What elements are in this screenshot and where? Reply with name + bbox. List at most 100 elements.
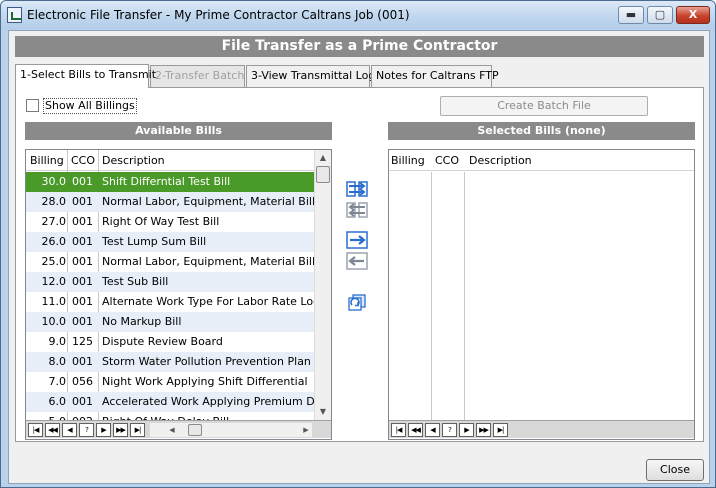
available-record-navigator: |◀ ◀◀ ◀ ? ▶ ▶▶ ▶| ◀ ▶: [26, 420, 331, 438]
client-area: File Transfer as a Prime Contractor 1-Se…: [8, 30, 710, 484]
nav-next-button[interactable]: ▶: [96, 423, 111, 437]
nav-next-button[interactable]: ▶: [459, 423, 474, 437]
billing-cell: 9.0: [48, 335, 67, 348]
minimize-button[interactable]: ▬: [618, 6, 644, 24]
table-row[interactable]: 6.0 001 Accelerated Work Applying Premium …: [26, 392, 316, 412]
column-header-cco[interactable]: CCO: [435, 154, 459, 167]
description-cell: Night Work Applying Shift Differential: [102, 375, 308, 388]
nav-prev-button[interactable]: ◀: [425, 423, 440, 437]
nav-help-button[interactable]: ?: [79, 423, 94, 437]
nav-last-button[interactable]: ▶|: [493, 423, 508, 437]
column-header-billing[interactable]: Billing: [30, 154, 64, 167]
tab-notes-caltrans-ftp[interactable]: Notes for Caltrans FTP: [371, 65, 499, 87]
table-row[interactable]: 8.0 001 Storm Water Pollution Prevention P…: [26, 352, 315, 372]
tab-select-bills[interactable]: 1-Select Bills to Transmit: [15, 64, 156, 88]
move-left-icon[interactable]: [346, 252, 368, 270]
billing-cell: 11.0: [41, 295, 67, 308]
window-title: Electronic File Transfer - My Prime Cont…: [27, 8, 410, 22]
nav-first-button[interactable]: |◀: [28, 423, 43, 437]
select-bills-panel: Show All Billings Create Batch File Avai…: [15, 87, 704, 442]
scroll-left-arrow-icon[interactable]: ◀: [166, 423, 178, 437]
description-cell: Dispute Review Board: [102, 335, 223, 348]
close-window-button[interactable]: X: [676, 6, 710, 24]
move-all-right-icon[interactable]: [346, 180, 368, 198]
nav-help-button[interactable]: ?: [442, 423, 457, 437]
table-row[interactable]: 27.0 001 Right Of Way Test Bill: [26, 212, 315, 232]
column-divider: [464, 172, 465, 420]
column-header-billing[interactable]: Billing: [391, 154, 425, 167]
table-row[interactable]: 28.0 001 Normal Labor, Equipment, Material…: [26, 192, 315, 212]
move-right-icon[interactable]: [346, 231, 368, 249]
billing-cell: 12.0: [41, 275, 67, 288]
column-header-description[interactable]: Description: [469, 154, 532, 167]
table-row[interactable]: 30.0 001 Shift Differntial Test Bill: [26, 172, 315, 192]
nav-prev-page-button[interactable]: ◀◀: [408, 423, 423, 437]
cco-cell: 056: [72, 375, 93, 388]
description-cell: Test Sub Bill: [102, 275, 169, 288]
horizontal-scroll-thumb[interactable]: [188, 424, 202, 436]
description-cell: Normal Labor, Equipment, Material Bill: [102, 195, 315, 208]
table-row[interactable]: 11.0 001 Alternate Work Type For Labor Rat…: [26, 292, 317, 312]
tab-transfer-batch[interactable]: 2-Transfer Batch: [150, 65, 245, 87]
title-bar[interactable]: Electronic File Transfer - My Prime Cont…: [1, 1, 715, 29]
app-icon: [7, 7, 22, 23]
available-horizontal-scrollbar[interactable]: ◀ ▶: [150, 423, 312, 437]
nav-first-button[interactable]: |◀: [391, 423, 406, 437]
table-row[interactable]: 7.0 056 Night Work Applying Shift Differen…: [26, 372, 315, 392]
cco-cell: 125: [72, 335, 93, 348]
cco-cell: 001: [72, 275, 93, 288]
description-cell: No Markup Bill: [102, 315, 182, 328]
description-cell: Shift Differntial Test Bill: [102, 175, 231, 188]
billing-cell: 10.0: [41, 315, 67, 328]
table-row[interactable]: 25.0 001 Normal Labor, Equipment, Material…: [26, 252, 316, 272]
app-window: Electronic File Transfer - My Prime Cont…: [0, 0, 716, 488]
table-row[interactable]: 26.0 001 Test Lump Sum Bill: [26, 232, 315, 252]
nav-next-page-button[interactable]: ▶▶: [113, 423, 128, 437]
description-cell: Accelerated Work Applying Premium Diffe: [102, 395, 316, 408]
nav-prev-page-button[interactable]: ◀◀: [45, 423, 60, 437]
billing-cell: 26.0: [41, 235, 67, 248]
create-batch-file-button[interactable]: Create Batch File: [440, 96, 648, 116]
billing-cell: 6.0: [48, 395, 67, 408]
scroll-up-arrow-icon[interactable]: ▲: [315, 150, 331, 166]
description-cell: Test Lump Sum Bill: [102, 235, 207, 248]
move-all-left-icon[interactable]: [346, 201, 368, 219]
show-all-billings-label[interactable]: Show All Billings: [43, 98, 137, 114]
scroll-thumb[interactable]: [316, 166, 330, 183]
selected-record-navigator: |◀ ◀◀ ◀ ? ▶ ▶▶ ▶|: [389, 420, 694, 438]
show-all-billings-checkbox[interactable]: [26, 99, 39, 112]
cco-cell: 001: [72, 395, 93, 408]
nav-last-button[interactable]: ▶|: [130, 423, 145, 437]
table-row[interactable]: 10.0 001 No Markup Bill: [26, 312, 315, 332]
billing-cell: 28.0: [41, 195, 67, 208]
scroll-right-arrow-icon[interactable]: ▶: [300, 423, 312, 437]
scroll-down-arrow-icon[interactable]: ▼: [315, 404, 331, 420]
close-button[interactable]: Close: [646, 459, 704, 481]
cco-cell: 001: [72, 315, 93, 328]
maximize-button[interactable]: ▢: [647, 6, 673, 24]
nav-next-page-button[interactable]: ▶▶: [476, 423, 491, 437]
selected-column-headers: Billing CCO Description: [389, 150, 694, 171]
refresh-copy-icon[interactable]: [346, 293, 368, 311]
table-row[interactable]: 9.0 125 Dispute Review Board: [26, 332, 315, 352]
cco-cell: 001: [72, 215, 93, 228]
selected-bills-header: Selected Bills (none): [388, 122, 695, 140]
billing-cell: 7.0: [48, 375, 67, 388]
available-bills-header: Available Bills: [25, 122, 332, 140]
column-header-description[interactable]: Description: [102, 154, 165, 167]
cco-cell: 001: [72, 355, 93, 368]
tab-view-transmittal-log[interactable]: 3-View Transmittal Log: [246, 65, 375, 87]
available-vertical-scrollbar[interactable]: ▲ ▼: [314, 150, 331, 420]
description-cell: Normal Labor, Equipment, Material Bill: [102, 255, 315, 268]
billing-cell: 27.0: [41, 215, 67, 228]
cco-cell: 001: [72, 195, 93, 208]
table-row[interactable]: 12.0 001 Test Sub Bill: [26, 272, 315, 292]
cco-cell: 001: [72, 295, 93, 308]
available-bills-list: Billing CCO Description 30.0 001 Shift Dif…: [25, 149, 332, 440]
nav-prev-button[interactable]: ◀: [62, 423, 77, 437]
billing-cell: 25.0: [41, 255, 67, 268]
billing-cell: 8.0: [48, 355, 67, 368]
column-divider: [431, 172, 432, 420]
cco-cell: 001: [72, 235, 93, 248]
column-header-cco[interactable]: CCO: [71, 154, 95, 167]
